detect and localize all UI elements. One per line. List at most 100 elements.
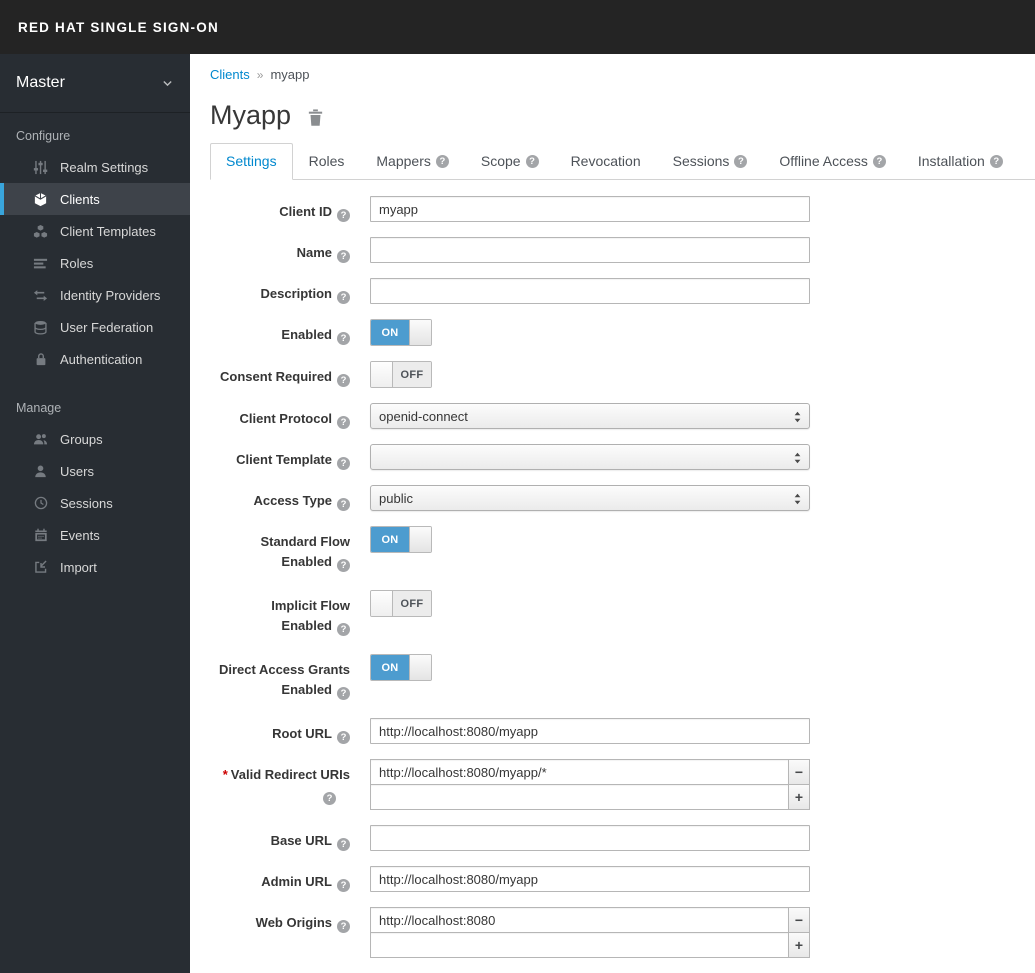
required-asterisk (223, 767, 228, 782)
help-icon[interactable] (337, 498, 350, 511)
help-icon[interactable] (337, 291, 350, 304)
enabled-label: Enabled (210, 319, 350, 346)
remove-web-origin-button[interactable] (788, 907, 810, 933)
help-icon[interactable] (337, 559, 350, 572)
client-protocol-select[interactable]: openid-connect (370, 403, 810, 429)
help-icon[interactable] (337, 920, 350, 933)
help-icon[interactable] (337, 374, 350, 387)
tab-roles[interactable]: Roles (293, 143, 361, 180)
help-icon[interactable] (337, 332, 350, 345)
select-arrows-icon (793, 409, 802, 425)
toggle-handle (409, 320, 431, 345)
implicit-flow-toggle[interactable]: OFF (370, 590, 432, 617)
tab-installation[interactable]: Installation (902, 143, 1019, 180)
tab-settings[interactable]: Settings (210, 143, 293, 180)
page-title: Myapp (210, 100, 292, 130)
help-icon[interactable] (435, 154, 449, 168)
help-icon[interactable] (989, 154, 1003, 168)
breadcrumb-current: myapp (270, 67, 310, 82)
web-origin-input-0[interactable] (370, 907, 789, 933)
tab-scope[interactable]: Scope (465, 143, 555, 180)
sidebar-item-import[interactable]: Import (0, 551, 190, 583)
chevron-down-icon (161, 77, 174, 90)
sidebar-item-roles[interactable]: Roles (0, 247, 190, 279)
remove-redirect-uri-button[interactable] (788, 759, 810, 785)
implicit-flow-label: Implicit Flow Enabled (210, 590, 350, 636)
list-icon (32, 256, 49, 271)
help-icon[interactable] (337, 687, 350, 700)
tab-revocation[interactable]: Revocation (555, 143, 657, 180)
add-redirect-uri-button[interactable] (788, 784, 810, 810)
help-icon[interactable] (337, 250, 350, 263)
help-icon[interactable] (323, 792, 336, 805)
calendar-icon (32, 528, 49, 542)
standard-flow-toggle[interactable]: ON (370, 526, 432, 553)
sidebar-item-clients[interactable]: Clients (0, 183, 190, 215)
sidebar-item-groups[interactable]: Groups (0, 423, 190, 455)
sidebar-item-user-federation[interactable]: User Federation (0, 311, 190, 343)
help-icon[interactable] (337, 731, 350, 744)
admin-url-label: Admin URL (210, 866, 350, 892)
toggle-handle (409, 655, 431, 680)
app-header: RED HAT SINGLE SIGN-ON (0, 0, 1035, 54)
help-icon[interactable] (337, 879, 350, 892)
base-url-input[interactable] (370, 825, 810, 851)
web-origins-label: Web Origins (210, 907, 350, 958)
sidebar-item-sessions[interactable]: Sessions (0, 487, 190, 519)
client-protocol-label: Client Protocol (210, 403, 350, 429)
realm-name: Master (16, 74, 65, 91)
enabled-toggle[interactable]: ON (370, 319, 432, 346)
user-icon (32, 464, 49, 479)
access-type-select[interactable]: public (370, 485, 810, 511)
sidebar-item-identity-providers[interactable]: Identity Providers (0, 279, 190, 311)
sidebar-item-users[interactable]: Users (0, 455, 190, 487)
cube-icon (32, 192, 49, 207)
help-icon[interactable] (337, 457, 350, 470)
tab-offline-access[interactable]: Offline Access (763, 143, 901, 180)
help-icon[interactable] (337, 623, 350, 636)
tab-mappers[interactable]: Mappers (360, 143, 464, 180)
tab-sessions[interactable]: Sessions (657, 143, 764, 180)
database-icon (32, 320, 49, 335)
help-icon[interactable] (337, 209, 350, 222)
toggle-handle (371, 362, 393, 387)
add-web-origin-button[interactable] (788, 932, 810, 958)
description-input[interactable] (370, 278, 810, 304)
admin-url-input[interactable] (370, 866, 810, 892)
direct-access-grants-toggle[interactable]: ON (370, 654, 432, 681)
toggle-handle (409, 527, 431, 552)
help-icon[interactable] (872, 154, 886, 168)
sliders-icon (32, 160, 49, 175)
nav-section-configure: Configure (16, 129, 71, 143)
description-label: Description (210, 278, 350, 304)
client-id-input[interactable] (370, 196, 810, 222)
realm-selector[interactable]: Master (0, 54, 190, 113)
sidebar-item-authentication[interactable]: Authentication (0, 343, 190, 375)
root-url-label: Root URL (210, 718, 350, 744)
help-icon[interactable] (337, 838, 350, 851)
standard-flow-label: Standard Flow Enabled (210, 526, 350, 572)
redirect-uri-input-1[interactable] (370, 784, 789, 810)
help-icon[interactable] (525, 154, 539, 168)
sidebar-item-events[interactable]: Events (0, 519, 190, 551)
web-origin-input-1[interactable] (370, 932, 789, 958)
consent-required-label: Consent Required (210, 361, 350, 388)
nav-section-manage: Manage (16, 401, 62, 415)
toggle-handle (371, 591, 393, 616)
consent-required-toggle[interactable]: OFF (370, 361, 432, 388)
breadcrumb-clients-link[interactable]: Clients (210, 67, 250, 82)
root-url-input[interactable] (370, 718, 810, 744)
sidebar-item-realm-settings[interactable]: Realm Settings (0, 151, 190, 183)
client-template-select[interactable] (370, 444, 810, 470)
exchange-icon (32, 288, 49, 303)
trash-icon[interactable] (306, 108, 325, 127)
name-input[interactable] (370, 237, 810, 263)
select-arrows-icon (793, 450, 802, 466)
sidebar-item-client-templates[interactable]: Client Templates (0, 215, 190, 247)
help-icon[interactable] (734, 154, 748, 168)
redirect-uri-input-0[interactable] (370, 759, 789, 785)
direct-access-grants-label: Direct Access Grants Enabled (210, 654, 350, 700)
help-icon[interactable] (337, 416, 350, 429)
app-brand: RED HAT SINGLE SIGN-ON (18, 19, 219, 35)
lock-icon (32, 352, 49, 366)
